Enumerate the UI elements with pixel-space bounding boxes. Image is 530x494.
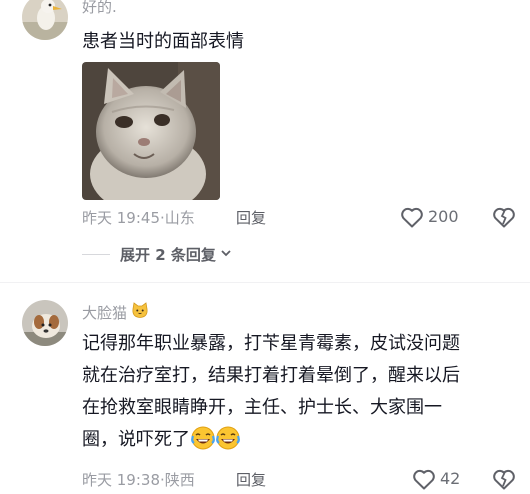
reply-button[interactable]: 回复 bbox=[236, 207, 266, 228]
comment-divider bbox=[0, 282, 530, 283]
broken-heart-icon[interactable] bbox=[492, 468, 516, 490]
avatar[interactable] bbox=[22, 0, 68, 40]
reply-button[interactable]: 回复 bbox=[236, 469, 266, 490]
cat-face-icon bbox=[131, 302, 149, 323]
comment-text-line: 记得那年职业暴露，打苄星青霉素，皮试没问题 bbox=[82, 333, 460, 354]
comment-meta: 昨天 19:38·陕西 bbox=[82, 469, 195, 490]
comment-location: 山东 bbox=[164, 209, 195, 227]
expand-divider bbox=[82, 254, 110, 255]
comment-text-last-line: 圈，说吓死了 bbox=[82, 424, 522, 456]
avatar[interactable] bbox=[22, 300, 68, 346]
comment-username[interactable]: 好的. bbox=[82, 0, 117, 17]
chevron-down-icon bbox=[219, 245, 233, 264]
comment-time: 昨天 19:38 bbox=[82, 471, 160, 489]
like-count: 42 bbox=[440, 469, 461, 488]
comment-username: 大脸猫 bbox=[82, 304, 128, 322]
comment-text-line: 在抢救室眼睛睁开，主任、护士长、大家围一 bbox=[82, 397, 442, 418]
expand-replies-button[interactable]: 展开 2 条回复 bbox=[120, 244, 233, 265]
comment-meta: 昨天 19:45·山东 bbox=[82, 207, 195, 228]
comment-text-line: 圈，说吓死了 bbox=[82, 429, 190, 450]
heart-outline-icon[interactable] bbox=[412, 468, 436, 490]
comment-image[interactable] bbox=[82, 62, 220, 200]
comment-text: 记得那年职业暴露，打苄星青霉素，皮试没问题 就在治疗室打，结果打着打着晕倒了，醒… bbox=[82, 328, 522, 456]
comment-text-line: 就在治疗室打，结果打着打着晕倒了，醒来以后 bbox=[82, 365, 460, 386]
comment-text: 患者当时的面部表情 bbox=[82, 31, 244, 52]
rolling-laughing-emoji bbox=[216, 426, 240, 450]
expand-replies-label: 展开 2 条回复 bbox=[120, 246, 216, 264]
like-count: 200 bbox=[428, 207, 459, 226]
comment-username-row[interactable]: 大脸猫 bbox=[82, 302, 149, 323]
comment-location: 陕西 bbox=[164, 471, 195, 489]
broken-heart-icon[interactable] bbox=[492, 206, 516, 228]
rolling-laughing-emoji bbox=[191, 426, 215, 450]
heart-outline-icon[interactable] bbox=[400, 206, 424, 228]
comment-time: 昨天 19:45 bbox=[82, 209, 160, 227]
